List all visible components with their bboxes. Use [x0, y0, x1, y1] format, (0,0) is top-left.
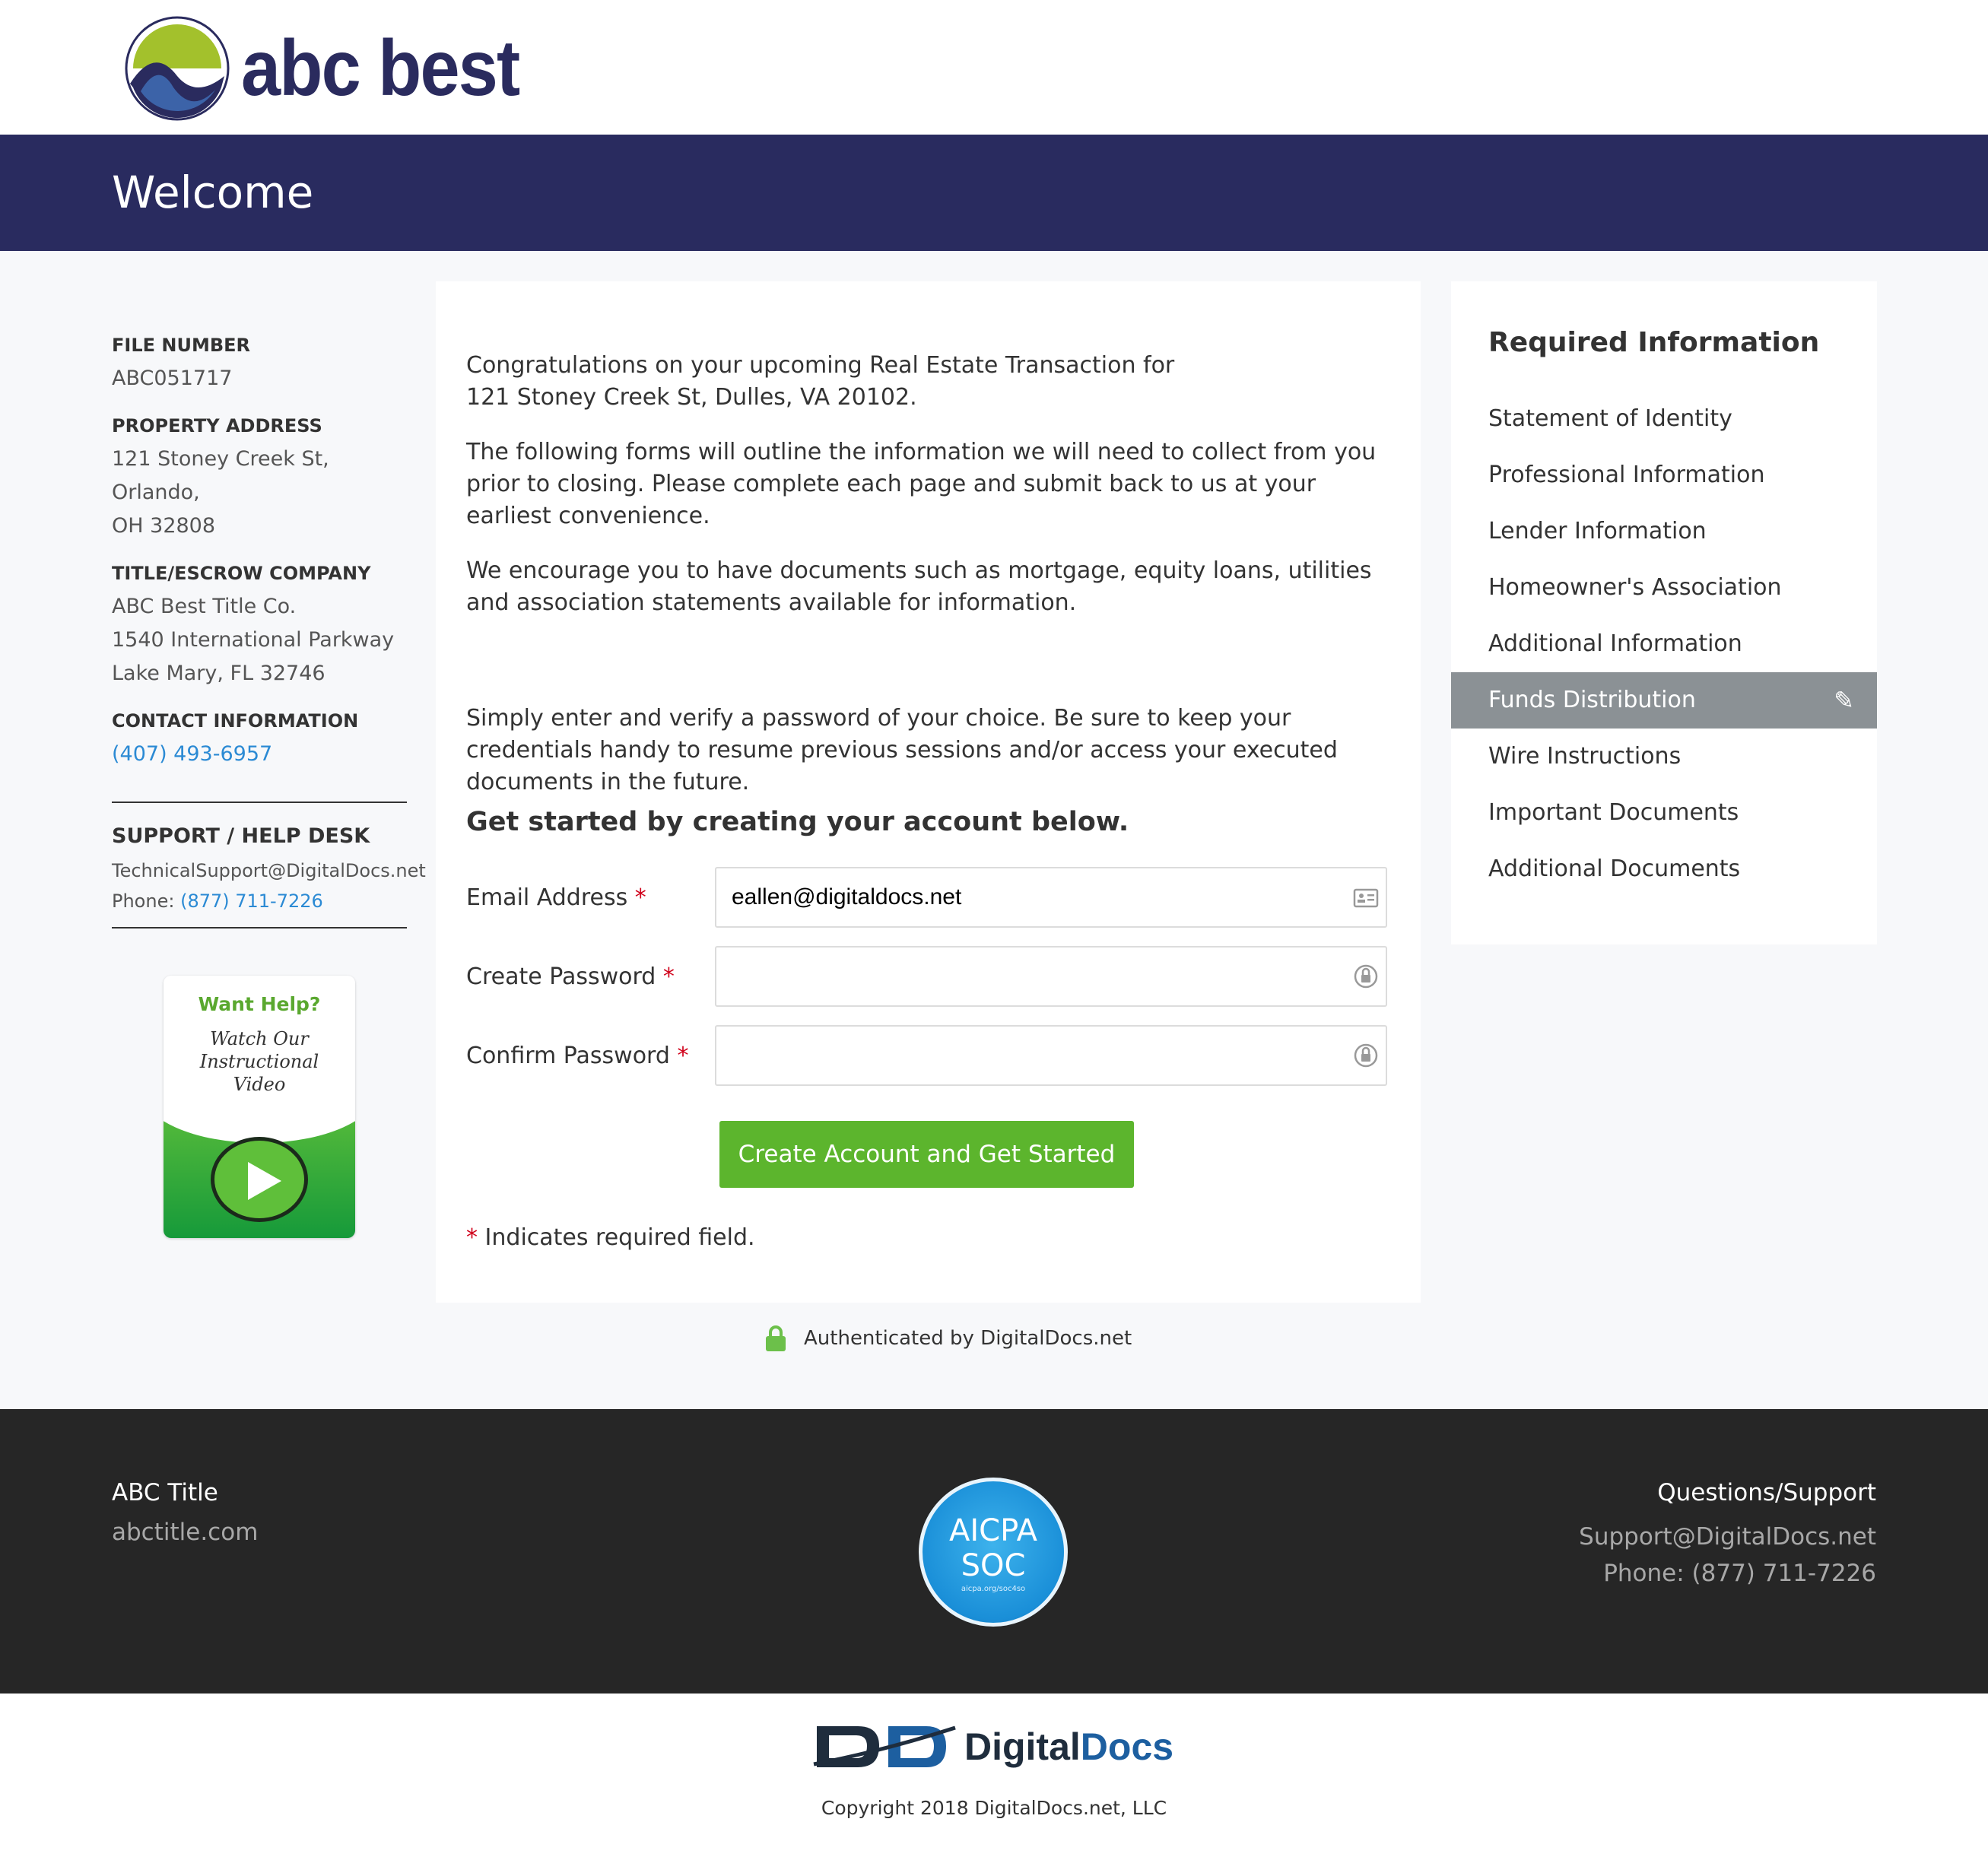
- support-phone-link[interactable]: (877) 711-7226: [180, 890, 323, 912]
- required-asterisk: *: [634, 884, 646, 911]
- required-info-panel: Required Information Statement of Identi…: [1451, 281, 1877, 944]
- required-info-title: Required Information: [1488, 327, 1820, 358]
- support-label: SUPPORT / HELP DESK: [112, 824, 370, 848]
- account-creation-card: Congratulations on your upcoming Real Es…: [436, 281, 1421, 1303]
- contact-card-icon: [1353, 888, 1379, 908]
- required-asterisk: *: [662, 963, 675, 990]
- get-started-heading: Get started by creating your account bel…: [466, 807, 1129, 837]
- email-row: Email Address * eallen@digitaldocs.net: [466, 867, 1394, 928]
- create-password-field[interactable]: [715, 946, 1387, 1007]
- help-line: Video: [233, 1074, 286, 1095]
- required-note: * Indicates required field.: [466, 1224, 755, 1251]
- welcome-banner: Welcome: [0, 135, 1988, 251]
- company-label: TITLE/ESCROW COMPANY: [112, 563, 371, 584]
- pencil-icon: ✎: [1834, 686, 1854, 715]
- create-account-button[interactable]: Create Account and Get Started: [719, 1121, 1134, 1188]
- support-phone-label: Phone:: [112, 890, 175, 912]
- aicpa-soc-badge: AICPA SOC aicpa.org/soc4so: [919, 1478, 1068, 1627]
- required-item-additional-documents[interactable]: Additional Documents: [1451, 841, 1877, 897]
- required-item-funds-distribution[interactable]: Funds Distribution ✎: [1451, 672, 1877, 729]
- required-item-important-documents[interactable]: Important Documents: [1451, 785, 1877, 841]
- property-address-line1: 121 Stoney Creek St, Orlando,: [112, 447, 329, 504]
- required-asterisk: *: [466, 1224, 478, 1251]
- company-name: ABC Best Title Co.: [112, 595, 297, 618]
- abc-best-logo[interactable]: abc best: [124, 15, 550, 122]
- company-city: Lake Mary, FL 32746: [112, 662, 326, 685]
- required-item-lender-information[interactable]: Lender Information: [1451, 503, 1877, 560]
- logo-text: abc best: [241, 24, 520, 113]
- required-item-additional-information[interactable]: Additional Information: [1451, 616, 1877, 672]
- required-item-homeowners-association[interactable]: Homeowner's Association: [1451, 560, 1877, 616]
- confirm-row: Confirm Password *: [466, 1025, 1394, 1086]
- company-street: 1540 International Parkway: [112, 628, 395, 652]
- help-title: Want Help?: [198, 993, 321, 1015]
- abc-logo-mark-icon: [125, 16, 230, 121]
- property-address-label: PROPERTY ADDRESS: [112, 415, 322, 436]
- required-note-text: Indicates required field.: [484, 1224, 755, 1251]
- confirm-label: Confirm Password: [466, 1043, 670, 1069]
- confirm-password-field[interactable]: [715, 1025, 1387, 1086]
- required-item-statement-of-identity[interactable]: Statement of Identity: [1451, 391, 1877, 447]
- badge-url: aicpa.org/soc4so: [961, 1585, 1026, 1593]
- contact-label: CONTACT INFORMATION: [112, 710, 359, 732]
- file-number-value: ABC051717: [112, 367, 233, 390]
- help-video-card[interactable]: Want Help? Watch Our Instructional Video: [164, 976, 355, 1238]
- password-label: Create Password: [466, 963, 656, 990]
- password-lock-icon: [1354, 1043, 1378, 1068]
- documents-paragraph: We encourage you to have documents such …: [466, 557, 1372, 616]
- contact-phone-link[interactable]: (407) 493-6957: [112, 738, 407, 771]
- lock-icon: [766, 1325, 786, 1351]
- required-item-wire-instructions[interactable]: Wire Instructions: [1451, 729, 1877, 785]
- support-email-link[interactable]: TechnicalSupport@DigitalDocs.net: [112, 855, 426, 886]
- footer: ABC Title abctitle.com AICPA SOC aicpa.o…: [0, 1409, 1988, 1694]
- authenticated-notice: Authenticated by DigitalDocs.net: [766, 1325, 1132, 1351]
- footer-support-phone[interactable]: Phone: (877) 711-7226: [1579, 1555, 1876, 1592]
- required-item-label: Funds Distribution: [1488, 687, 1696, 713]
- brand-digital: Digital: [964, 1725, 1081, 1768]
- copyright: Copyright 2018 DigitalDocs.net, LLC: [821, 1797, 1167, 1819]
- email-label: Email Address: [466, 884, 628, 911]
- divider: [112, 802, 407, 803]
- badge-line1: AICPA: [948, 1513, 1037, 1548]
- badge-line2: SOC: [961, 1548, 1026, 1583]
- password-lock-icon: [1354, 964, 1378, 989]
- page-title: Welcome: [112, 167, 314, 218]
- transaction-info-sidebar: FILE NUMBER ABC051717 PROPERTY ADDRESS 1…: [112, 335, 426, 944]
- help-line: Watch Our: [210, 1028, 309, 1049]
- password-row: Create Password *: [466, 946, 1394, 1007]
- footer-company-name: ABC Title: [112, 1479, 218, 1506]
- footer-support-title: Questions/Support: [1657, 1479, 1876, 1506]
- play-icon[interactable]: [211, 1137, 308, 1222]
- brand-docs: Docs: [1080, 1725, 1174, 1768]
- required-info-list: Statement of Identity Professional Infor…: [1451, 391, 1877, 897]
- intro-line2: 121 Stoney Creek St, Dulles, VA 20102.: [466, 384, 917, 411]
- divider: [112, 927, 407, 928]
- digitaldocs-logo[interactable]: DigitalDocs: [812, 1720, 1173, 1773]
- email-field[interactable]: eallen@digitaldocs.net: [715, 867, 1387, 928]
- required-item-professional-information[interactable]: Professional Information: [1451, 447, 1877, 503]
- help-subtitle: Watch Our Instructional Video: [164, 1027, 355, 1096]
- footer-company-link[interactable]: abctitle.com: [112, 1519, 258, 1546]
- required-asterisk: *: [677, 1043, 689, 1069]
- top-header: abc best: [0, 0, 1988, 135]
- password-paragraph: Simply enter and verify a password of yo…: [466, 705, 1338, 795]
- file-number-label: FILE NUMBER: [112, 335, 250, 356]
- forms-paragraph: The following forms will outline the inf…: [466, 439, 1377, 529]
- digitaldocs-mark-icon: [813, 1725, 956, 1767]
- property-address-line2: OH 32808: [112, 514, 216, 538]
- footer-support-email[interactable]: Support@DigitalDocs.net: [1579, 1519, 1876, 1555]
- help-line: Instructional: [199, 1051, 319, 1072]
- authenticated-text: Authenticated by DigitalDocs.net: [804, 1327, 1132, 1350]
- intro-line1: Congratulations on your upcoming Real Es…: [466, 352, 1175, 379]
